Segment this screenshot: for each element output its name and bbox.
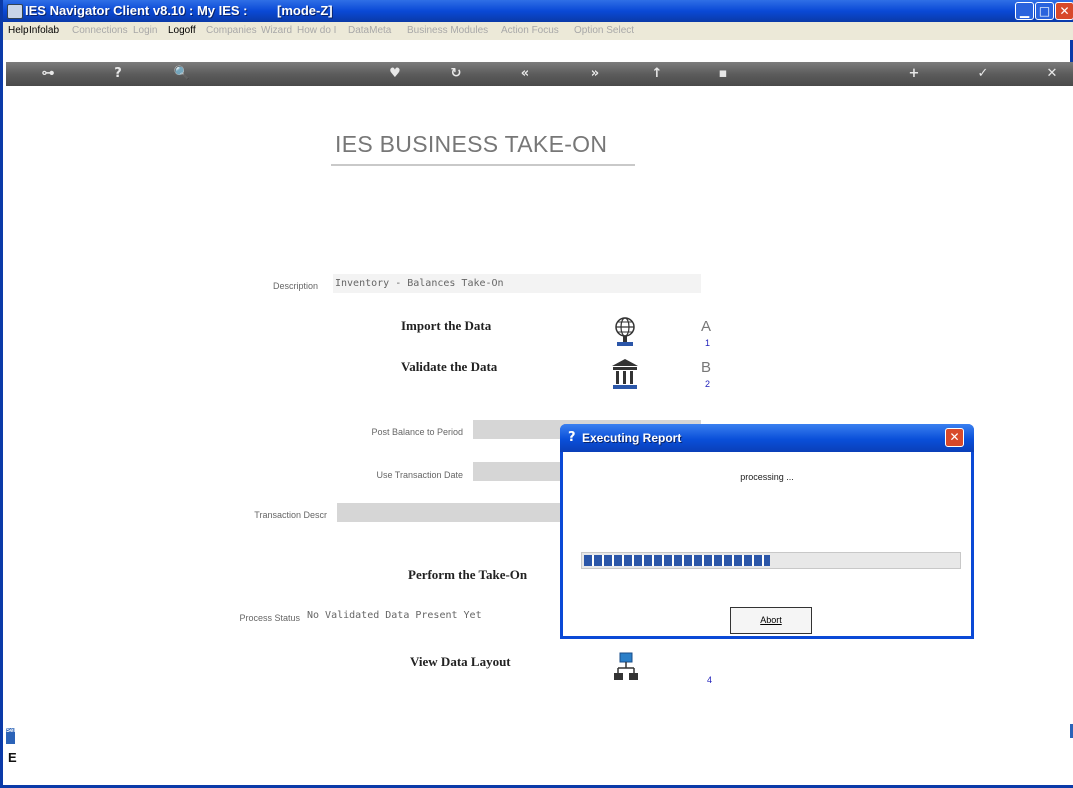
app-icon xyxy=(7,4,23,19)
use-transaction-date-label: Use Transaction Date xyxy=(376,470,463,480)
dialog-body: processing ... Abort xyxy=(563,452,971,636)
step-number-2[interactable]: 2 xyxy=(705,379,710,389)
close-button[interactable]: ✕ xyxy=(1055,2,1073,20)
app-window: IES Navigator Client v8.10 : My IES : [m… xyxy=(0,0,1073,788)
import-data-button[interactable]: Import the Data xyxy=(401,318,491,334)
refresh-icon[interactable]: ↻ xyxy=(446,64,466,84)
progress-fill xyxy=(584,555,770,566)
validate-data-button[interactable]: Validate the Data xyxy=(401,359,497,375)
sidebar-letter: E xyxy=(8,750,17,765)
step-letter-b: B xyxy=(701,359,712,376)
process-status-label: Process Status xyxy=(239,613,300,623)
menu-item-logoff[interactable]: Logoff xyxy=(168,25,196,36)
dialog-title: Executing Report xyxy=(582,431,682,445)
back-icon[interactable]: « xyxy=(515,64,535,84)
confirm-icon[interactable]: ✓ xyxy=(973,64,993,84)
help-icon[interactable]: ? xyxy=(108,64,128,84)
step-number-4[interactable]: 4 xyxy=(707,675,712,685)
dialog-title-bar[interactable]: ? Executing Report ✕ xyxy=(560,424,974,452)
progress-bar xyxy=(581,552,961,569)
menu-item-how-do-i: How do I xyxy=(297,25,337,36)
processing-message: processing ... xyxy=(740,472,794,482)
search-icon[interactable]: 🔍 xyxy=(172,64,192,84)
cancel-icon[interactable]: ✕ xyxy=(1042,64,1062,84)
mode-indicator: [mode-Z] xyxy=(277,3,333,18)
toolbar: ⊶ ? 🔍 ♥ ↻ « » ↑ ▪ + ✓ ✕ xyxy=(6,62,1073,86)
menu-item-business-modules: Business Modules xyxy=(407,25,489,36)
heart-icon[interactable]: ♥ xyxy=(385,64,405,84)
menu-item-login: Login xyxy=(133,25,158,36)
dialog-close-button[interactable]: ✕ xyxy=(945,428,964,447)
step-number-1[interactable]: 1 xyxy=(705,338,710,348)
menu-item-help[interactable]: Help xyxy=(8,25,29,36)
menu-item-infolab[interactable]: Infolab xyxy=(29,25,59,36)
minimize-button[interactable]: ▁ xyxy=(1015,2,1034,20)
view-data-layout-button[interactable]: View Data Layout xyxy=(410,654,511,670)
globe-icon[interactable] xyxy=(613,316,637,352)
description-field[interactable]: Inventory - Balances Take-On xyxy=(333,274,701,293)
menu-item-action-focus: Action Focus xyxy=(501,25,559,36)
step-letter-a: A xyxy=(701,318,712,335)
save-icon[interactable]: ▪ xyxy=(713,64,733,84)
transaction-descr-label: Transaction Descr xyxy=(254,510,327,520)
post-balance-label: Post Balance to Period xyxy=(371,427,463,437)
up-icon[interactable]: ↑ xyxy=(647,64,667,84)
menu-item-connections: Connections xyxy=(72,25,128,36)
title-underline xyxy=(331,164,635,166)
forward-icon[interactable]: » xyxy=(585,64,605,84)
sidebar-selected-tab[interactable]: Sel xyxy=(6,728,15,744)
abort-button[interactable]: Abort xyxy=(730,607,812,634)
menu-item-datameta: DataMeta xyxy=(348,25,392,36)
help-icon: ? xyxy=(568,430,576,445)
menu-bar: Help Infolab Connections Login Logoff Co… xyxy=(3,22,1073,40)
page-title: IES BUSINESS TAKE-ON xyxy=(335,131,608,157)
add-icon[interactable]: + xyxy=(904,64,924,84)
executing-report-dialog: ? Executing Report ✕ processing ... Abor… xyxy=(560,424,974,639)
menu-item-wizard: Wizard xyxy=(261,25,293,36)
description-label: Description xyxy=(272,281,318,291)
window-title: IES Navigator Client v8.10 : My IES : xyxy=(25,3,248,18)
maximize-button[interactable]: □ xyxy=(1035,2,1054,20)
bank-icon[interactable] xyxy=(611,357,639,391)
title-bar[interactable]: IES Navigator Client v8.10 : My IES : [m… xyxy=(3,0,1073,22)
data-layout-icon[interactable] xyxy=(613,652,639,682)
perform-take-on-button[interactable]: Perform the Take-On xyxy=(408,567,527,583)
menu-item-option-select: Option Select xyxy=(574,25,635,36)
key-icon[interactable]: ⊶ xyxy=(38,64,58,84)
menu-item-companies: Companies xyxy=(206,25,257,36)
